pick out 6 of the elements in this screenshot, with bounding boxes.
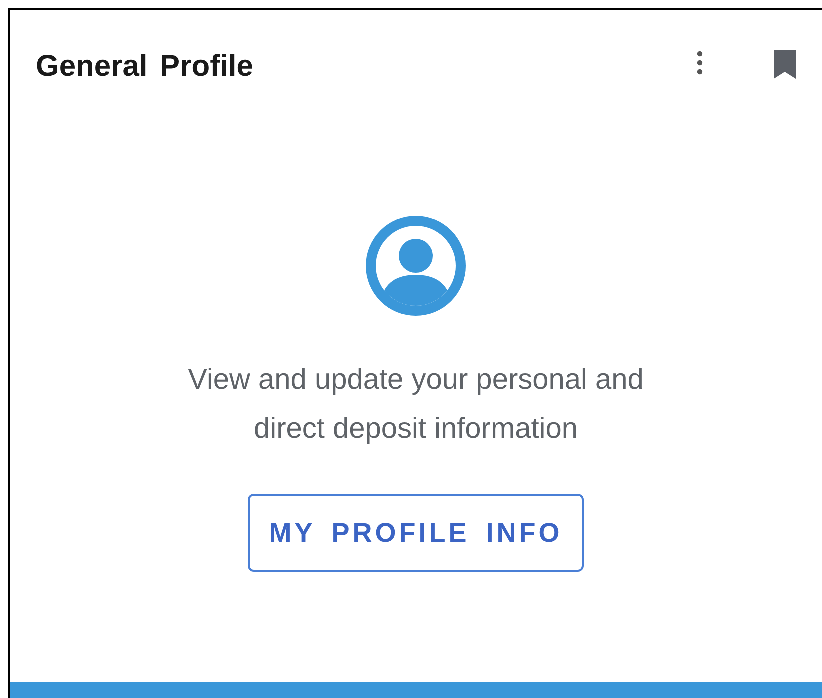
my-profile-info-button[interactable]: MY PROFILE INFO [248, 494, 584, 572]
bookmark-icon[interactable] [772, 48, 798, 80]
card-title: General Profile [36, 50, 254, 83]
more-options-icon[interactable] [696, 50, 704, 76]
description-text: View and update your personal and direct deposit information [187, 363, 645, 447]
user-avatar-icon [366, 216, 466, 316]
